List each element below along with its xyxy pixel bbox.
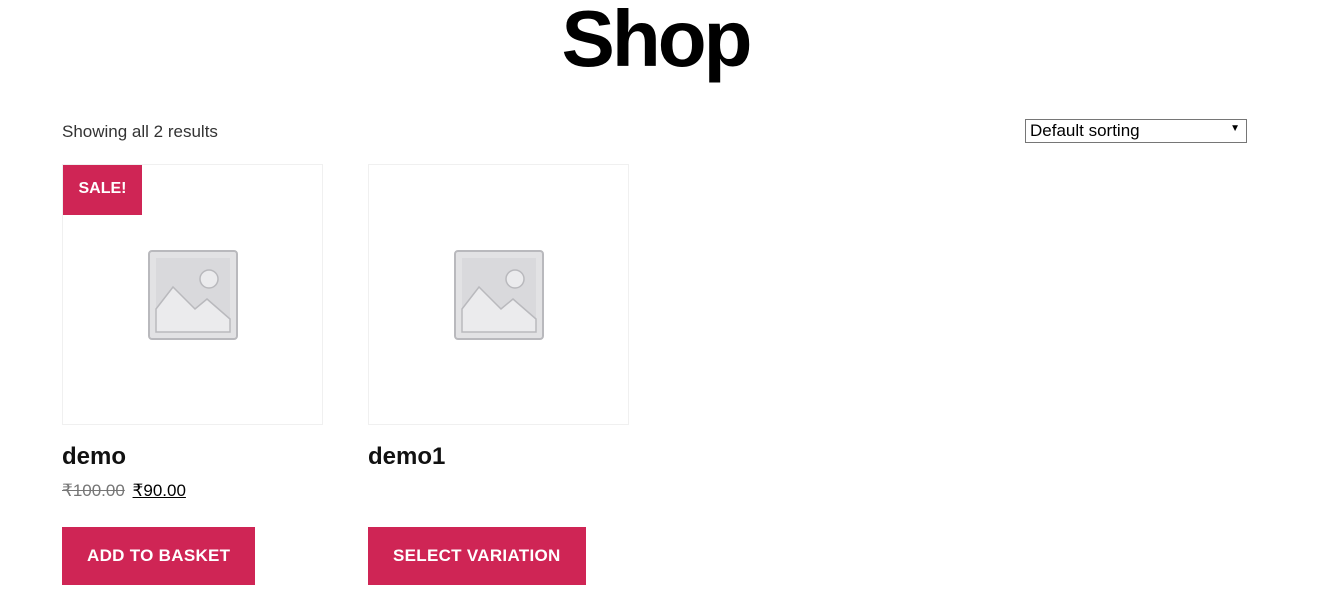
page-title: Shop bbox=[561, 0, 753, 83]
product-title[interactable]: demo1 bbox=[368, 445, 630, 469]
chevron-down-icon: ▼ bbox=[1230, 123, 1240, 134]
select-variation-button[interactable]: SELECT VARIATION bbox=[368, 527, 586, 585]
image-placeholder-icon bbox=[453, 249, 544, 340]
product-image-link[interactable] bbox=[368, 164, 629, 425]
ordering-selected-value: Default sorting bbox=[1030, 121, 1140, 140]
shop-page: Shop Showing all 2 results Default sorti… bbox=[0, 0, 1328, 609]
sale-price: ₹90.00 bbox=[132, 481, 186, 500]
product-card: demo1 SELECT VARIATION bbox=[368, 164, 630, 585]
product-price: ₹100.00 ₹90.00 bbox=[62, 480, 324, 502]
result-count: Showing all 2 results bbox=[62, 122, 218, 141]
add-to-basket-button[interactable]: ADD TO BASKET bbox=[62, 527, 256, 585]
regular-price: ₹100.00 bbox=[62, 481, 125, 500]
ordering-select[interactable]: Default sorting ▼ bbox=[1025, 119, 1247, 143]
product-card: SALE! demo ₹100.00 ₹90.00 ADD TO BASKET bbox=[62, 164, 324, 585]
product-image-link[interactable]: SALE! bbox=[62, 164, 323, 425]
product-title[interactable]: demo bbox=[62, 445, 324, 469]
image-placeholder-icon bbox=[147, 249, 238, 340]
sale-badge: SALE! bbox=[63, 165, 142, 215]
